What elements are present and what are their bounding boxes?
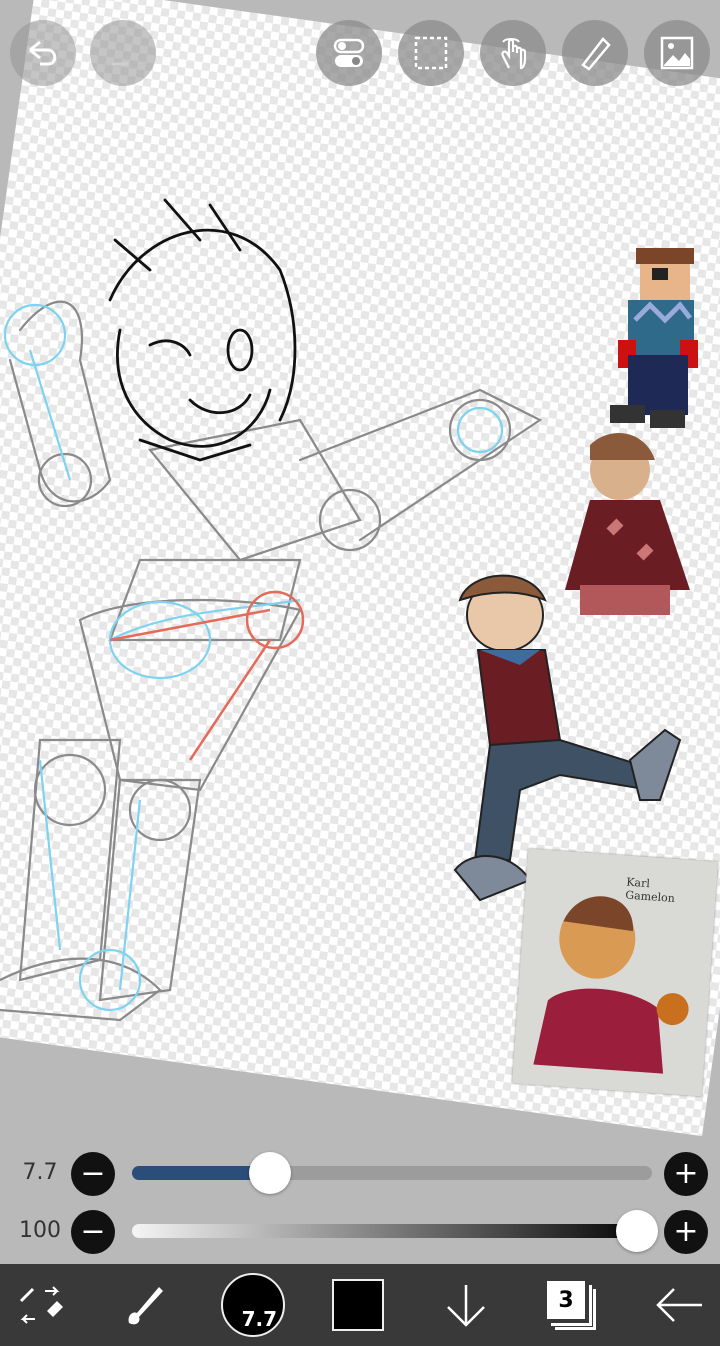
arrow-down-icon	[447, 1285, 485, 1327]
brush-eraser-swap-button[interactable]	[10, 1264, 72, 1346]
brush-size-indicator-label: 7.7	[241, 1307, 277, 1331]
bottom-toolbar: 7.7 3	[0, 1264, 720, 1346]
gesture-icon	[501, 38, 527, 70]
brush-opacity-decrease-button[interactable]: −	[71, 1210, 115, 1254]
redo-button[interactable]	[90, 20, 156, 86]
layer-count: 3	[558, 1287, 574, 1313]
brush-opacity-increase-button[interactable]: +	[664, 1210, 708, 1254]
brush-size-indicator[interactable]: 7.7	[218, 1264, 288, 1346]
brush-size-slider-row: 7.7 − +	[0, 1144, 720, 1204]
current-color-swatch	[332, 1279, 384, 1331]
brush-size-track[interactable]	[132, 1152, 652, 1194]
brush-opacity-knob[interactable]	[616, 1210, 658, 1252]
color-picker-button[interactable]	[330, 1264, 386, 1346]
image-icon	[660, 36, 694, 70]
gesture-button[interactable]	[480, 20, 546, 86]
undo-icon	[29, 40, 57, 66]
ruler-icon	[581, 37, 611, 71]
undo-button[interactable]	[10, 20, 76, 86]
drawing-canvas[interactable]: Karl Gamelon	[0, 0, 720, 1160]
back-button[interactable]	[648, 1264, 710, 1346]
image-button[interactable]	[644, 20, 710, 86]
redo-icon	[112, 62, 128, 66]
brush-size-increase-button[interactable]: +	[664, 1152, 708, 1196]
layers-button[interactable]: 3	[540, 1264, 602, 1346]
brush-opacity-value: 100	[19, 1218, 61, 1243]
plus-icon: +	[673, 1156, 699, 1191]
photo-caption: Karl Gamelon	[624, 875, 676, 905]
brush-tool-button[interactable]	[112, 1264, 174, 1346]
brush-icon	[128, 1287, 163, 1325]
arrow-left-icon	[656, 1288, 702, 1322]
brush-size-decrease-button[interactable]: −	[71, 1152, 115, 1196]
plus-icon: +	[673, 1214, 699, 1249]
download-button[interactable]	[438, 1264, 494, 1346]
reference-photo[interactable]: Karl Gamelon	[512, 848, 718, 1097]
toggle-icon	[333, 38, 365, 67]
photo-drawing	[533, 896, 689, 1074]
brush-opacity-slider-row: 100 − +	[0, 1202, 720, 1262]
layers-icon: 3	[547, 1281, 596, 1330]
brush-eraser-swap-icon	[19, 1286, 63, 1324]
toggle-button[interactable]	[316, 20, 382, 86]
minus-icon: −	[80, 1214, 106, 1249]
selection-button[interactable]	[398, 20, 464, 86]
minus-icon: −	[80, 1156, 106, 1191]
ruler-button[interactable]	[562, 20, 628, 86]
brush-size-knob[interactable]	[248, 1152, 291, 1194]
brush-opacity-track[interactable]	[132, 1210, 658, 1252]
brush-size-value: 7.7	[22, 1160, 58, 1185]
selection-icon	[414, 36, 448, 70]
